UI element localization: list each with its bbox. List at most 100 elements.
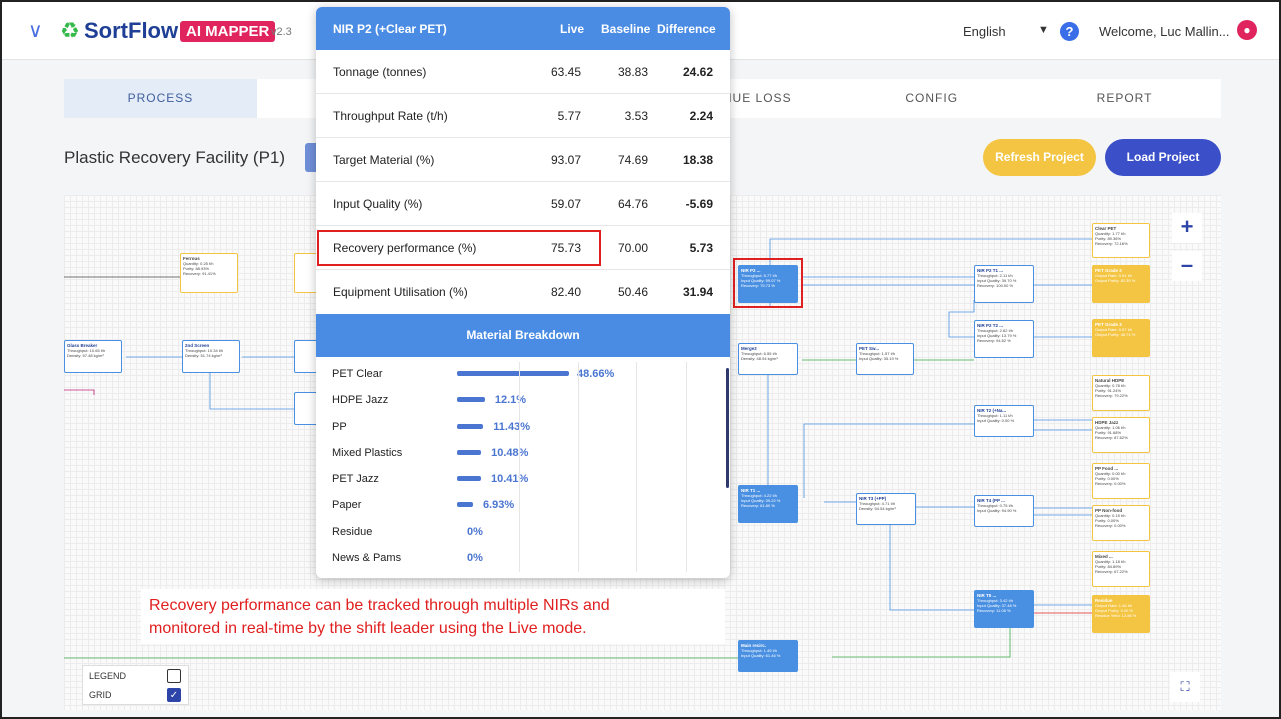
breakdown-row: PET Jazz 10.41%: [316, 466, 730, 492]
chevron-down-icon[interactable]: ∨: [28, 18, 43, 43]
col-live-header: Live: [560, 22, 585, 36]
grid-checkbox[interactable]: ✓: [167, 688, 181, 702]
legend-grid-panel: LEGEND GRID ✓: [82, 665, 189, 705]
breakdown-label: Mixed Plastics: [332, 446, 403, 459]
ai-mapper-badge: AI MAPPER: [180, 21, 276, 42]
node-nir-t4[interactable]: NIR T4 (PP ... Throughput: 0.75 t/h Inpu…: [974, 495, 1034, 527]
node-line: Recovery: 72.16%: [1095, 241, 1128, 246]
metric-live: 5.77: [557, 109, 581, 123]
metric-row: Target Material (%) 93.07 74.69 18.38: [316, 138, 730, 182]
annotation-caption: Recovery performance can be tracked thro…: [141, 589, 725, 644]
legend-checkbox[interactable]: [167, 669, 181, 683]
node-nir-t2[interactable]: NIR T2 (+Na... Throughput: 1.11 t/h Inpu…: [974, 405, 1034, 437]
breakdown-bar: [457, 371, 569, 376]
metric-baseline: 70.00: [617, 241, 648, 255]
node-merge2[interactable]: Merge2 Throughput: 6.55 t/h Density: 48.…: [738, 343, 798, 375]
help-icon[interactable]: ?: [1060, 22, 1079, 41]
breakdown-bar: [457, 397, 485, 403]
node-line: Residue Yield: 12.86 %: [1095, 613, 1137, 618]
node-pet-sw[interactable]: PET Sw... Throughput: 1.57 t/h Input Qua…: [856, 343, 914, 375]
breakdown-row: PET Clear 48.66%: [316, 361, 730, 387]
tab-report[interactable]: REPORT: [1028, 79, 1221, 118]
metric-difference: 24.62: [682, 65, 713, 79]
col-difference-header: Difference: [657, 22, 716, 36]
node-line: Output Purity: 82.39 %: [1095, 278, 1136, 283]
node-line: Recovery: 61.80 %: [741, 503, 775, 508]
breakdown-label: Residue: [332, 525, 373, 538]
node-line: Density: 48.94 kg/m³: [741, 356, 778, 361]
node-line: Input Quality: 0.00 %: [977, 418, 1015, 423]
node-hdpe-jazz[interactable]: HDPE Jazz Quantity: 1.06 t/h Purity: 91.…: [1092, 417, 1150, 453]
breakdown-bar: [457, 476, 481, 482]
popup-header: NIR P2 (+Clear PET) Live Baseline Differ…: [316, 7, 730, 50]
metric-difference: 18.38: [682, 153, 713, 167]
refresh-project-button[interactable]: Refresh Project: [983, 139, 1096, 176]
node-main-recirc[interactable]: Main recirc. Throughput: 1.49 t/h Input …: [738, 640, 798, 672]
metric-difference: 31.94: [682, 285, 713, 299]
breakdown-value: 12.1%: [494, 394, 527, 407]
zoom-in-button[interactable]: +: [1172, 213, 1202, 243]
tab-process[interactable]: PROCESS: [64, 79, 257, 118]
material-breakdown-list: PET Clear 48.66% HDPE Jazz 12.1% PP 11.43% Mix…: [316, 357, 730, 571]
node-line: Density: 51.74 kg/m³: [185, 353, 222, 358]
node-pp-non-food[interactable]: PP Non-food Quantity: 0.15 t/h Purity: 0…: [1092, 505, 1150, 541]
breakdown-value: 0%: [467, 525, 483, 538]
breakdown-row: Mixed Plastics 10.48%: [316, 440, 730, 466]
metric-row: Tonnage (tonnes) 63.45 38.83 24.62: [316, 50, 730, 94]
node-2nd-screen[interactable]: 2nd Screen Throughput: 10.34 t/h Density…: [182, 340, 240, 373]
user-icon[interactable]: ●: [1237, 20, 1257, 40]
node-mixed[interactable]: Mixed ... Quantity: 1.18 t/h Purity: 84.…: [1092, 551, 1150, 587]
node-nir-t3[interactable]: NIR T3 (+PP) Throughput: 4.71 t/h Densit…: [856, 493, 916, 525]
node-line: Input Quality: 61.46 %: [741, 653, 781, 658]
grid-line: [578, 362, 579, 572]
metric-live: 59.07: [550, 197, 581, 211]
metric-baseline: 38.83: [617, 65, 648, 79]
load-project-button[interactable]: Load Project: [1105, 139, 1221, 176]
breakdown-row: News & Pams 0%: [316, 545, 730, 571]
caret-down-icon[interactable]: ▼: [1038, 24, 1049, 36]
node-line: Recovery: 94.52 %: [977, 338, 1011, 343]
breakdown-row: HDPE Jazz 12.1%: [316, 387, 730, 413]
node-line: Recovery: 11.08 %: [977, 608, 1011, 613]
metric-baseline: 64.76: [617, 197, 648, 211]
grid-line: [636, 362, 637, 572]
node-pet-grade-3[interactable]: PET Grade 3 Output Rate: 0.57 t/h Output…: [1092, 319, 1150, 357]
metric-difference: 2.24: [689, 109, 713, 123]
node-clear-pet[interactable]: Clear PET Quantity: 1.77 t/h Purity: 89.…: [1092, 223, 1150, 258]
node-pet-grade-2[interactable]: PET Grade 2 Output Rate: 0.61 t/h Output…: [1092, 265, 1150, 303]
node-nir-p2-t1[interactable]: NIR P2 T1 ... Throughput: 2.11 t/h Input…: [974, 265, 1034, 303]
node-natural-hdpe[interactable]: Natural HDPE Quantity: 0.78 t/h Purity: …: [1092, 375, 1150, 411]
node-ecs2-clipped[interactable]: [294, 392, 318, 425]
breakdown-row: PP 11.43%: [316, 414, 730, 440]
breakdown-row: Paper 6.93%: [316, 492, 730, 518]
node-nir-t5[interactable]: NIR T5 ... Throughput: 3.42 t/h Input Qu…: [974, 590, 1034, 628]
node-ferrous[interactable]: Ferrous Quantity: 0.25 t/h Purity: 88.93…: [180, 253, 238, 293]
tab-config[interactable]: CONFIG: [835, 79, 1028, 118]
breakdown-label: PET Jazz: [332, 473, 379, 486]
node-nir-p2-t2[interactable]: NIR P2 T2 ... Throughput: 2.62 t/h Input…: [974, 320, 1034, 358]
metric-label: Equipment Utilisation (%): [333, 285, 468, 299]
language-select[interactable]: English: [963, 24, 1006, 39]
metric-label: Tonnage (tonnes): [333, 65, 427, 79]
grid-line: [519, 362, 520, 572]
node-ecs-clipped[interactable]: [294, 340, 318, 373]
fullscreen-icon[interactable]: ⛶: [1170, 672, 1200, 702]
node-nir-t1[interactable]: NIR T1 ... Throughput: 4.22 t/h Input Qu…: [738, 485, 798, 523]
breakdown-label: Paper: [332, 499, 362, 512]
legend-label: LEGEND: [89, 671, 127, 681]
breakdown-label: PET Clear: [332, 368, 383, 380]
node-line: Input Quality: 35.19 %: [859, 356, 899, 361]
scrollbar[interactable]: [726, 368, 729, 488]
node-non-clipped[interactable]: [294, 253, 318, 293]
breakdown-bar: [457, 423, 484, 429]
breakdown-value: 10.41%: [490, 473, 529, 486]
node-residue[interactable]: Residue Output Rate: 1.46 t/h Output Pur…: [1092, 595, 1150, 633]
breakdown-row: Residue 0%: [316, 519, 730, 545]
node-line: Recovery: 67.22%: [1095, 569, 1128, 574]
grid-line: [686, 362, 687, 572]
caption-line: Recovery performance can be tracked thro…: [149, 597, 610, 614]
metric-live: 82.40: [550, 285, 581, 299]
node-glass-breaker[interactable]: Glass Breaker Throughput: 10.65 t/h Dens…: [64, 340, 122, 373]
node-pp-food[interactable]: PP Food ... Quantity: 0.00 t/h Purity: 0…: [1092, 463, 1150, 499]
zoom-out-button[interactable]: –: [1172, 251, 1202, 281]
